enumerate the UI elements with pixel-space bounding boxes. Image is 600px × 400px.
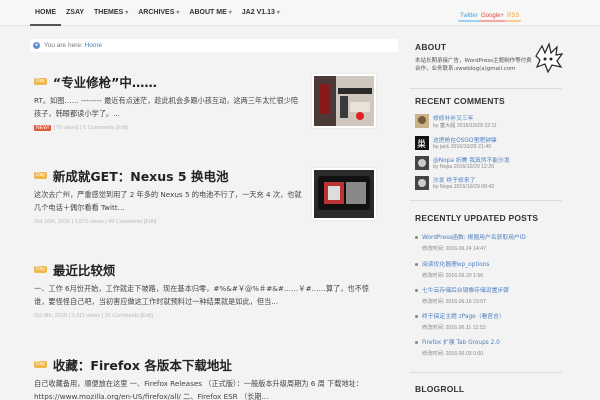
avatar bbox=[415, 176, 429, 190]
nav-item-about-me[interactable]: ABOUT ME ▾ bbox=[184, 0, 236, 26]
comment-item[interactable]: @Nopa 折腾 我真然不能沙发 by Nopa 2016/10/29 12:2… bbox=[415, 155, 565, 173]
post-title[interactable]: “专业修枪”中…… bbox=[53, 72, 157, 91]
comment-item[interactable]: 巢 这把枪在OSGO里肥钟锋 by jack 2016/10/29 21:40 bbox=[415, 135, 565, 153]
bullet bbox=[415, 289, 418, 292]
comment-item[interactable]: 沙发 终于修来了 by Nopa 2016/10/29 08:42 bbox=[415, 175, 565, 193]
post-title-row: Day 收藏：Firefox 各版本下载地址 bbox=[34, 355, 232, 374]
nav-item-archives[interactable]: ARCHIVES ▾ bbox=[133, 0, 184, 26]
post-excerpt: 这次去广州，严重感觉到用了 2 年多的 Nexus 5 的电池不行了，一天充 4… bbox=[34, 190, 302, 212]
about-text: 本站长期承接广告，WordPress主题制作等付费合作，业务联系:zwwblog… bbox=[415, 58, 532, 72]
google-plus-link[interactable]: Google+ bbox=[479, 12, 506, 22]
comment-byline: by 童大超 2016/10/29 22:11 bbox=[433, 123, 497, 129]
chevron-down-icon: ▾ bbox=[228, 10, 232, 16]
divider bbox=[410, 372, 562, 373]
recent-post-date: 修改时间: 2016.06.20 1:56 bbox=[422, 273, 484, 279]
comment-text: @Nopa 折腾 我真然不能沙发 bbox=[433, 158, 510, 164]
comment-byline: by jack 2016/10/29 21:40 bbox=[433, 144, 491, 150]
comment-byline: by Nopa 2016/10/29 12:26 bbox=[433, 164, 495, 170]
date-badge: Day bbox=[34, 360, 47, 368]
nav-item-label: HOME bbox=[35, 9, 56, 16]
divider bbox=[410, 200, 562, 201]
breadcrumb-home-link[interactable]: Home bbox=[85, 42, 102, 49]
recent-post-link[interactable]: WordPress函数: 根据用户名获取用户ID bbox=[422, 232, 526, 241]
recent-posts-title: RECENTLY UPDATED POSTS bbox=[415, 213, 539, 223]
post-meta: Oct 16th, 2016 | 3,872 views | 49 Commen… bbox=[34, 219, 157, 225]
post-meta: NEW! [76 views] | 5 Comments [Edit] bbox=[34, 125, 128, 131]
nav-item-label: ABOUT ME bbox=[189, 9, 227, 16]
main-nav: HOME ZSAY THEMES ▾ ARCHIVES ▾ ABOUT ME ▾ JA… bbox=[30, 0, 285, 26]
gun-photo-image bbox=[314, 76, 374, 126]
post-card: Day 新成就GET：Nexus 5 换电池 这次去广州，严重感觉到用了 2 年… bbox=[30, 168, 398, 236]
comment-text: 这把枪在OSGO里肥钟锋 bbox=[433, 138, 497, 144]
blogroll-title: BLOGROLL bbox=[415, 384, 465, 394]
post-title-row: Day “专业修枪”中…… bbox=[34, 72, 157, 91]
recent-post-date: 修改时间: 2016.06.03 0:00 bbox=[422, 351, 484, 357]
comment-byline: by Nopa 2016/10/29 08:42 bbox=[433, 184, 495, 190]
post-title[interactable]: 收藏：Firefox 各版本下载地址 bbox=[53, 355, 232, 374]
recent-post-link[interactable]: 七牛云存储后台镜像存储设置步骤 bbox=[422, 285, 509, 294]
comment-text: 修修补补又三年 bbox=[433, 116, 474, 122]
comment-text: 沙发 终于修来了 bbox=[433, 178, 476, 184]
post-title-row: Day 新成就GET：Nexus 5 换电池 bbox=[34, 166, 229, 185]
nav-item-label: THEMES bbox=[94, 9, 124, 16]
avatar bbox=[415, 114, 429, 128]
recent-post-link[interactable]: Firefox 扩展 Tab Groups 2.0 bbox=[422, 337, 500, 346]
location-icon: ● bbox=[33, 42, 40, 49]
avatar: 巢 bbox=[415, 136, 429, 150]
post-meta-text: [76 views] | 5 Comments [Edit] bbox=[54, 125, 129, 131]
bullet bbox=[415, 263, 418, 266]
divider bbox=[410, 88, 562, 89]
bullet bbox=[415, 341, 418, 344]
nav-item-label: ARCHIVES bbox=[138, 9, 175, 16]
post-excerpt: 自己收藏备用，顺便放在这里 一、Firefox Releases （正式版）：一… bbox=[34, 379, 364, 400]
date-badge: Day bbox=[34, 77, 47, 85]
post-excerpt: RT。如图…… -------- 最近有点迷茫，趁此机会多跟小孩互动，这两三年太… bbox=[34, 96, 299, 118]
new-badge: NEW! bbox=[34, 125, 52, 131]
post-thumbnail[interactable] bbox=[312, 168, 376, 220]
top-navigation-bar: HOME ZSAY THEMES ▾ ARCHIVES ▾ ABOUT ME ▾ JA… bbox=[0, 0, 600, 26]
post-thumbnail[interactable] bbox=[312, 74, 376, 128]
nav-item-ja2[interactable]: JA2 V1.13 ▾ bbox=[237, 0, 285, 26]
post-card: Day 最近比较烦 一、工作 6月份开始，工作就走下坡路，现在基本归零，#%&#… bbox=[30, 262, 398, 328]
nav-item-zsay[interactable]: ZSAY bbox=[61, 0, 89, 26]
chevron-down-icon: ▾ bbox=[125, 10, 129, 16]
twitter-link[interactable]: Twitter bbox=[458, 12, 480, 22]
recent-comments-title: RECENT COMMENTS bbox=[415, 96, 505, 106]
post-title-row: Day 最近比较烦 bbox=[34, 260, 116, 279]
post-meta: Oct 8th, 2016 | 3,411 views | 25 Comment… bbox=[34, 313, 153, 319]
mascot-avatar bbox=[535, 42, 564, 74]
breadcrumb-prefix: You are here: bbox=[44, 42, 83, 49]
bullet bbox=[415, 236, 418, 239]
post-title[interactable]: 新成就GET：Nexus 5 换电池 bbox=[53, 166, 229, 185]
breadcrumb: ● You are here: Home bbox=[30, 39, 398, 52]
date-badge: Day bbox=[34, 171, 47, 179]
phone-battery-photo-image bbox=[314, 170, 374, 218]
recent-post-link[interactable]: 终于搞定主题 zPage（看官吉） bbox=[422, 311, 505, 320]
svg-text:巢: 巢 bbox=[417, 138, 426, 150]
post-title[interactable]: 最近比较烦 bbox=[53, 260, 116, 279]
rss-link[interactable]: RSS bbox=[505, 12, 522, 22]
post-excerpt: 一、工作 6月份开始，工作就走下坡路，现在基本归零，#%&#￥@%＃#&#……￥… bbox=[34, 284, 369, 306]
nav-item-themes[interactable]: THEMES ▾ bbox=[89, 0, 133, 26]
recent-post-date: 修改时间: 2016.06.24 14:47 bbox=[422, 246, 487, 252]
chevron-down-icon: ▾ bbox=[276, 10, 280, 16]
about-widget-title: ABOUT bbox=[415, 42, 447, 52]
recent-post-date: 修改时间: 2016.06.16 23:07 bbox=[422, 299, 487, 305]
post-card: Day 收藏：Firefox 各版本下载地址 自己收藏备用，顺便放在这里 一、F… bbox=[30, 357, 398, 400]
date-badge: Day bbox=[34, 265, 47, 273]
nav-item-label: ZSAY bbox=[66, 9, 85, 16]
post-card: Day “专业修枪”中…… RT。如图…… -------- 最近有点迷茫，趁此… bbox=[30, 74, 398, 144]
bullet bbox=[415, 315, 418, 318]
recent-post-link[interactable]: 阅读优化器理wp_options bbox=[422, 259, 489, 268]
nav-item-label: JA2 V1.13 bbox=[241, 9, 275, 16]
nav-item-home[interactable]: HOME bbox=[30, 0, 61, 26]
chevron-down-icon: ▾ bbox=[176, 10, 180, 16]
comment-item[interactable]: 修修补补又三年 by 童大超 2016/10/29 22:11 bbox=[415, 113, 565, 131]
avatar bbox=[415, 156, 429, 170]
recent-post-date: 修改时间: 2016.06.11 12:53 bbox=[422, 325, 486, 331]
